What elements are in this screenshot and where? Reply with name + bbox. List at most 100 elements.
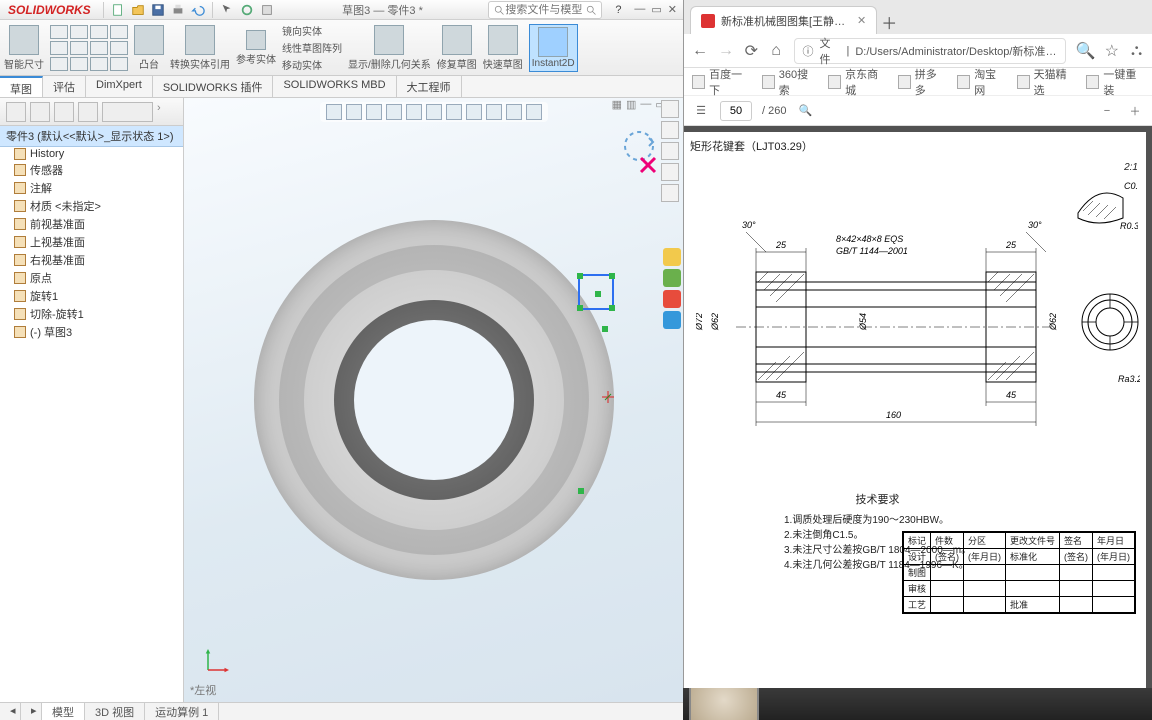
minimize-icon[interactable]: ― (634, 3, 645, 16)
address-bar[interactable]: ⓘ 文件 | D:/Users/Administrator/Desktop/新标… (794, 38, 1067, 64)
refresh-icon[interactable]: ⟳ (744, 42, 759, 60)
close-icon[interactable]: ✕ (668, 3, 677, 16)
prev-view-icon[interactable] (366, 104, 382, 120)
new-tab-button[interactable]: ＋ (877, 10, 901, 34)
ft-item[interactable]: History (14, 147, 183, 161)
search-input[interactable] (505, 4, 585, 16)
ft-tab3-icon[interactable] (54, 102, 74, 122)
forward-icon[interactable]: → (718, 42, 734, 60)
fav-link[interactable]: 淘宝网 (957, 66, 1004, 98)
taskbar-thumb[interactable] (689, 688, 759, 720)
badge1-icon[interactable] (663, 248, 681, 266)
tab-addins[interactable]: SOLIDWORKS 插件 (153, 76, 274, 97)
ft-tab4-icon[interactable] (78, 102, 98, 122)
hide-icon[interactable] (466, 104, 482, 120)
file-explorer-icon[interactable] (661, 163, 679, 181)
tab-evaluate[interactable]: 评估 (43, 76, 86, 97)
btab-motion[interactable]: 运动算例 1 (145, 703, 219, 720)
ft-item[interactable]: 材质 <未指定> (14, 197, 183, 215)
zoom-out-icon[interactable]: − (1098, 102, 1116, 120)
browser-tab[interactable]: 新标准机械图图集[王静编著]201… ✕ (690, 6, 877, 34)
zoom-icon[interactable]: 🔍 (1076, 42, 1094, 60)
relations-button[interactable]: 显示/删除几何关系 (348, 25, 431, 71)
fav-link[interactable]: 一键重装 (1086, 66, 1144, 98)
view-palette-icon[interactable] (661, 184, 679, 202)
ft-item[interactable]: 原点 (14, 269, 183, 287)
pattern-button[interactable]: 线性草图阵列 (282, 40, 342, 55)
ft-root[interactable]: 零件3 (默认<<默认>_显示状态 1>) (0, 126, 183, 147)
exit-sketch-icon[interactable] (637, 154, 659, 176)
scene-icon[interactable] (446, 104, 462, 120)
fav-link[interactable]: 拼多多 (898, 66, 945, 98)
badge4-icon[interactable] (663, 311, 681, 329)
ft-item[interactable]: 上视基准面 (14, 233, 183, 251)
ft-tab2-icon[interactable] (30, 102, 50, 122)
shade-icon[interactable] (426, 104, 442, 120)
fav-link[interactable]: 京东商城 (828, 66, 886, 98)
zoom-in-icon[interactable]: ＋ (1126, 102, 1144, 120)
open-icon[interactable] (129, 1, 147, 19)
tab-close-icon[interactable]: ✕ (857, 14, 866, 27)
repair-button[interactable]: 修复草图 (437, 25, 477, 71)
btab-prev-icon[interactable]: ◂ (0, 703, 21, 720)
quick-button[interactable]: 快速草图 (483, 25, 523, 71)
ft-tab1-icon[interactable] (6, 102, 26, 122)
doc-min-icon[interactable]: ― (640, 98, 651, 111)
save-icon[interactable] (149, 1, 167, 19)
back-icon[interactable]: ← (692, 42, 708, 60)
star-icon[interactable]: ☆ (1104, 42, 1119, 60)
zoom-icon[interactable] (326, 104, 342, 120)
ft-item[interactable]: (-) 草图3 (14, 323, 183, 341)
screen-icon[interactable] (526, 104, 542, 120)
fav-link[interactable]: 360搜索 (762, 66, 816, 98)
ft-item[interactable]: 切除-旋转1 (14, 305, 183, 323)
tab-big[interactable]: 大工程师 (397, 76, 462, 97)
ft-expand-icon[interactable]: › (157, 102, 177, 122)
render-icon[interactable] (506, 104, 522, 120)
btab-next-icon[interactable]: ▸ (21, 703, 42, 720)
sketch-handle[interactable] (602, 326, 608, 332)
boss-button[interactable]: 凸台 (134, 25, 164, 71)
ft-item[interactable]: 传感器 (14, 161, 183, 179)
search-go-icon[interactable] (585, 4, 597, 16)
page-input[interactable] (720, 101, 752, 121)
rebuild-icon[interactable] (238, 1, 256, 19)
undo-icon[interactable] (189, 1, 207, 19)
tab-sketch[interactable]: 草图 (0, 76, 43, 97)
ft-item[interactable]: 注解 (14, 179, 183, 197)
select-icon[interactable] (218, 1, 236, 19)
tab-mbd[interactable]: SOLIDWORKS MBD (273, 76, 396, 97)
mirror-button[interactable]: 镜向实体 (282, 23, 342, 38)
pdf-search-icon[interactable]: 🔍 (796, 102, 814, 120)
doc-layout-icon[interactable]: ▥ (626, 98, 636, 111)
maximize-icon[interactable]: ▭ (651, 3, 661, 16)
entity-button[interactable]: 参考实体 (236, 30, 276, 66)
move-button[interactable]: 移动实体 (282, 57, 342, 72)
help-icon[interactable]: ? (609, 1, 627, 19)
print-icon[interactable] (169, 1, 187, 19)
selection-box[interactable] (578, 274, 614, 310)
btab-model[interactable]: 模型 (42, 703, 85, 720)
collections-icon[interactable]: ⛬ (1129, 42, 1144, 60)
zoom-area-icon[interactable] (346, 104, 362, 120)
convert-button[interactable]: 转换实体引用 (170, 25, 230, 71)
pdf-viewer[interactable]: 矩形花键套（LJT03.29） 2:1 C0.5 R0.3 (684, 126, 1152, 720)
appearance-icon[interactable] (486, 104, 502, 120)
section-icon[interactable] (386, 104, 402, 120)
contents-icon[interactable]: ☰ (692, 102, 710, 120)
fav-link[interactable]: 天猫精选 (1017, 66, 1075, 98)
new-icon[interactable] (109, 1, 127, 19)
resources-icon[interactable] (661, 121, 679, 139)
doc-task-icon[interactable]: ▦ (612, 98, 622, 111)
tab-dimxpert[interactable]: DimXpert (86, 76, 153, 97)
ft-item[interactable]: 旋转1 (14, 287, 183, 305)
home-icon[interactable] (661, 100, 679, 118)
sketch-tools-grid[interactable] (50, 25, 128, 71)
instant2d-button[interactable]: Instant2D (529, 24, 578, 72)
badge2-icon[interactable] (663, 269, 681, 287)
fav-link[interactable]: 百度一下 (692, 66, 750, 98)
smart-dimension-button[interactable]: 智能尺寸 (4, 25, 44, 71)
ft-item[interactable]: 右视基准面 (14, 251, 183, 269)
home-icon[interactable]: ⌂ (769, 42, 784, 60)
btab-3dview[interactable]: 3D 视图 (85, 703, 145, 720)
